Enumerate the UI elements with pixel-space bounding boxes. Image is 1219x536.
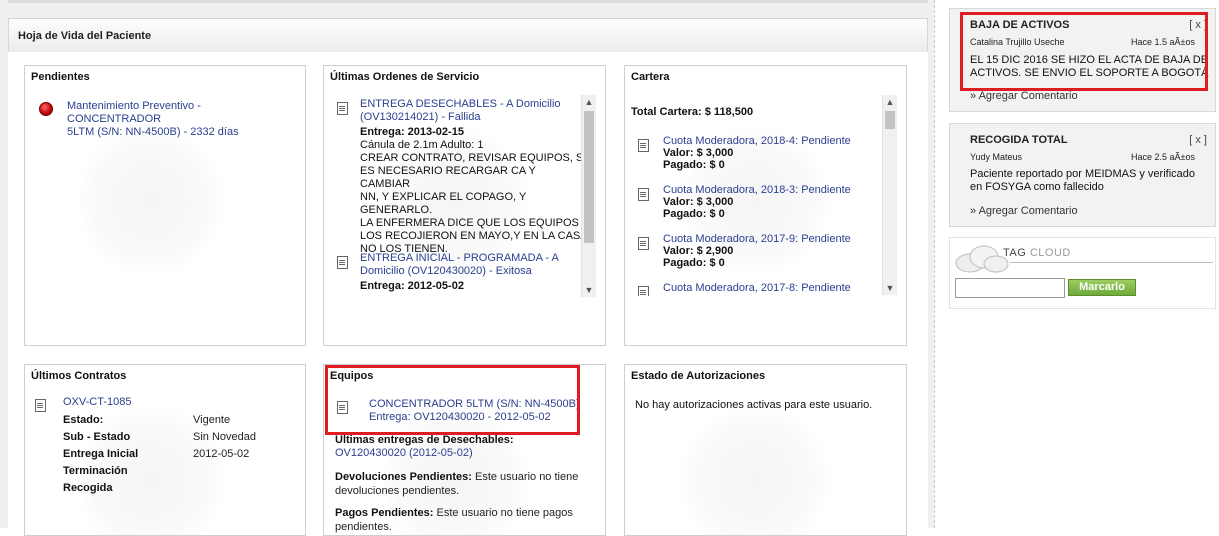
orden-item[interactable]: ENTREGA INICIAL - PROGRAMADA - A Domicil… bbox=[360, 252, 588, 278]
ordenes-scrollbar[interactable]: ▲ ▼ bbox=[581, 95, 596, 297]
tag-cloud-title: TAG CLOUD bbox=[1003, 247, 1071, 259]
document-icon bbox=[337, 256, 348, 269]
document-icon bbox=[337, 102, 348, 115]
tag-input[interactable] bbox=[955, 278, 1065, 298]
page-header: Hoja de Vida del Paciente bbox=[8, 18, 928, 53]
contrato-row: Terminación bbox=[63, 465, 128, 477]
scroll-up-icon[interactable]: ▲ bbox=[582, 95, 596, 109]
document-icon bbox=[638, 188, 649, 201]
paw-watermark bbox=[680, 405, 830, 535]
document-icon bbox=[638, 286, 649, 296]
scroll-up-icon[interactable]: ▲ bbox=[883, 95, 897, 109]
cartera-panel: Cartera Total Cartera: $ 118,500 Cuota M… bbox=[624, 65, 907, 346]
page-title: Hoja de Vida del Paciente bbox=[18, 30, 152, 42]
contrato-details: Estado: Vigente Sub - Estado Sin Novedad E… bbox=[63, 412, 256, 497]
baja-highlight bbox=[960, 12, 1208, 91]
pendiente-item[interactable]: Mantenimiento Preventivo - CONCENTRADOR … bbox=[67, 100, 297, 139]
recogida-title: RECOGIDA TOTAL bbox=[970, 134, 1068, 146]
contratos-panel: Últimos Contratos OXV-CT-1085 Estado: Vig… bbox=[24, 364, 306, 536]
desechables-label: Ultimas entregas de Desechables: bbox=[335, 434, 514, 446]
pagos-text: Pagos Pendientes: Este usuario no tiene … bbox=[335, 507, 573, 533]
add-comment-link[interactable]: » Agregar Comentario bbox=[970, 205, 1078, 217]
orden-date: Entrega: 2013-02-15 bbox=[360, 126, 464, 138]
scroll-thumb[interactable] bbox=[885, 111, 895, 129]
recogida-text: Paciente reportado por MEIDMAS y verific… bbox=[970, 168, 1195, 193]
autorizaciones-text: No hay autorizaciones activas para este … bbox=[635, 399, 873, 411]
alert-dot-icon bbox=[39, 102, 53, 116]
contrato-row: Sub - Estado Sin Novedad bbox=[63, 431, 256, 443]
cartera-scrollbar[interactable]: ▲ ▼ bbox=[882, 95, 897, 295]
document-icon bbox=[638, 139, 649, 152]
contrato-link[interactable]: OXV-CT-1085 bbox=[63, 396, 131, 408]
paw-watermark bbox=[75, 126, 225, 276]
top-strip bbox=[8, 0, 928, 3]
ordenes-panel: Últimas Ordenes de Servicio ENTREGA DESE… bbox=[323, 65, 606, 346]
devoluciones-text: Devoluciones Pendientes: Este usuario no… bbox=[335, 471, 579, 497]
contratos-title: Últimos Contratos bbox=[31, 370, 127, 382]
recogida-total-box: RECOGIDA TOTAL [ x ] Yudy Mateus Hace 2.… bbox=[949, 123, 1216, 227]
close-icon[interactable]: [ x ] bbox=[1189, 134, 1207, 146]
orden-notes: Cánula de 2.1m Adulto: 1 CREAR CONTRATO,… bbox=[360, 139, 588, 255]
autorizaciones-title: Estado de Autorizaciones bbox=[631, 370, 766, 382]
orden-item[interactable]: ENTREGA DESECHABLES - A Domicilio (OV130… bbox=[360, 98, 588, 124]
cuota-item[interactable]: Cuota Moderadora, 2018-4: Pendiente Valo… bbox=[663, 135, 851, 171]
contrato-row: Recogida bbox=[63, 482, 113, 494]
add-comment-link[interactable]: » Agregar Comentario bbox=[970, 90, 1078, 102]
autorizaciones-panel: Estado de Autorizaciones No hay autoriza… bbox=[624, 364, 907, 536]
pendientes-panel: Pendientes Mantenimiento Preventivo - CO… bbox=[24, 65, 306, 346]
scroll-down-icon[interactable]: ▼ bbox=[883, 281, 897, 295]
marcarlo-button[interactable]: Marcarlo bbox=[1068, 279, 1136, 296]
cartera-title: Cartera bbox=[631, 71, 670, 83]
tag-cloud-divider bbox=[1010, 262, 1213, 263]
contrato-row: Estado: Vigente bbox=[63, 414, 231, 426]
ordenes-title: Últimas Ordenes de Servicio bbox=[330, 71, 480, 83]
desechables-link[interactable]: OV120430020 (2012-05-02) bbox=[335, 447, 473, 459]
scroll-thumb[interactable] bbox=[584, 111, 594, 243]
contrato-row: Entrega Inicial 2012-05-02 bbox=[63, 448, 250, 460]
cartera-total: Total Cartera: $ 118,500 bbox=[631, 106, 754, 118]
cuota-item[interactable]: Cuota Moderadora, 2018-3: Pendiente Valo… bbox=[663, 184, 851, 220]
scroll-down-icon[interactable]: ▼ bbox=[582, 283, 596, 297]
sidebar-separator bbox=[934, 0, 935, 528]
orden-date: Entrega: 2012-05-02 bbox=[360, 280, 464, 292]
cartera-list[interactable]: Total Cartera: $ 118,500 Cuota Moderador… bbox=[625, 94, 889, 296]
equipos-highlight bbox=[325, 365, 580, 435]
recogida-ago: Hace 2.5 aÃ±os bbox=[1131, 152, 1195, 162]
cuota-item[interactable]: Cuota Moderadora, 2017-8: Pendiente bbox=[663, 282, 851, 294]
cuota-item[interactable]: Cuota Moderadora, 2017-9: Pendiente Valo… bbox=[663, 233, 851, 269]
recogida-author: Yudy Mateus bbox=[970, 152, 1023, 162]
ordenes-list[interactable]: ENTREGA DESECHABLES - A Domicilio (OV130… bbox=[324, 94, 590, 299]
document-icon bbox=[638, 237, 649, 250]
document-icon bbox=[35, 399, 46, 412]
cloud-icon bbox=[955, 245, 1009, 273]
pendientes-title: Pendientes bbox=[31, 71, 90, 83]
